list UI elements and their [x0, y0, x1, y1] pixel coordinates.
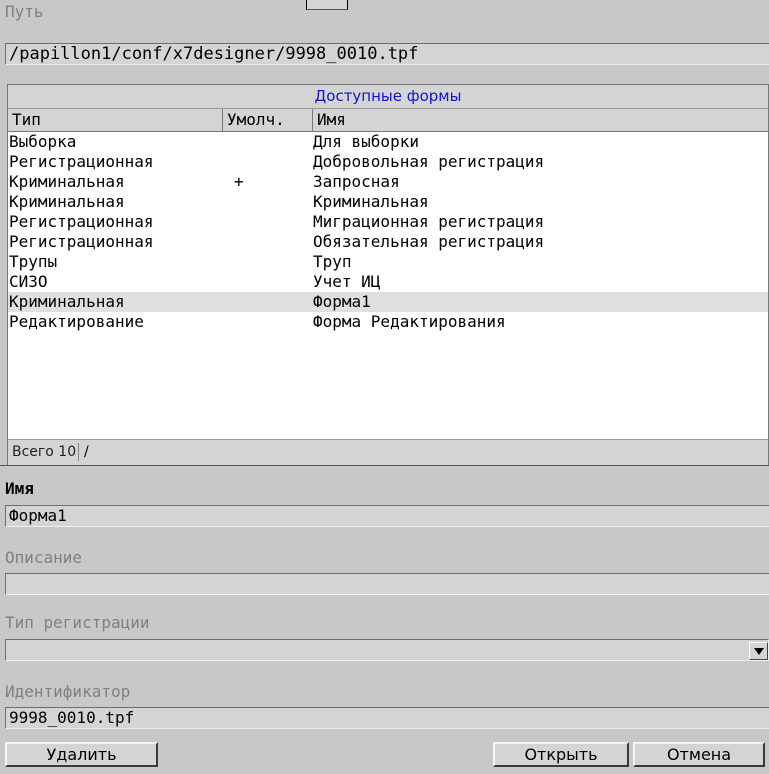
- row-name-cell: Обязательная регистрация: [313, 232, 545, 251]
- row-type-cell: Редактирование: [9, 312, 144, 331]
- row-type-cell: Криминальная: [9, 292, 125, 311]
- row-name-cell: Запросная: [313, 172, 400, 191]
- open-button[interactable]: Открыть: [493, 742, 629, 767]
- row-default-cell: +: [234, 172, 244, 191]
- path-label: Путь: [5, 2, 44, 21]
- table-row[interactable]: СИЗО Учет ИЦ: [8, 272, 768, 292]
- row-name-cell: Форма1: [313, 292, 371, 311]
- status-separator: [78, 443, 79, 461]
- total-count: Всего 10: [12, 444, 77, 460]
- row-type-cell: Регистрационная: [9, 232, 154, 251]
- row-name-cell: Миграционная регистрация: [313, 212, 545, 231]
- table-row[interactable]: Регистрационная Миграционная регистрация: [8, 212, 768, 232]
- row-type-cell: Регистрационная: [9, 152, 154, 171]
- delete-button[interactable]: Удалить: [5, 742, 158, 767]
- row-name-cell: Форма Редактирования: [313, 312, 506, 331]
- description-label: Описание: [5, 548, 83, 567]
- available-forms-panel: Доступные формы Тип Умолч. Имя Выборка Дл…: [7, 84, 769, 466]
- list-status-bar: Всего 10 /: [8, 439, 768, 465]
- row-name-cell: Добровольная регистрация: [313, 152, 545, 171]
- forms-list: Выборка Для выборки Регистрационная Доброво…: [8, 132, 768, 332]
- status-extra: /: [84, 444, 89, 460]
- reg-type-select[interactable]: [5, 639, 769, 661]
- row-type-cell: Регистрационная: [9, 212, 154, 231]
- row-name-cell: Для выборки: [313, 132, 419, 151]
- table-row[interactable]: Регистрационная Обязательная регистрация: [8, 232, 768, 252]
- reg-type-label: Тип регистрации: [5, 613, 150, 632]
- table-row[interactable]: Трупы Труп: [8, 252, 768, 272]
- row-type-cell: Выборка: [9, 132, 77, 151]
- description-field[interactable]: [5, 573, 769, 595]
- row-type-cell: Трупы: [9, 252, 58, 271]
- row-type-cell: Криминальная: [9, 172, 125, 191]
- identifier-field[interactable]: 9998_0010.tpf: [5, 707, 769, 729]
- row-type-cell: СИЗО: [9, 272, 48, 291]
- panel-title: Доступные формы: [8, 85, 768, 109]
- table-row[interactable]: Выборка Для выборки: [8, 132, 768, 152]
- divider: [0, 465, 769, 466]
- row-name-cell: Криминальная: [313, 192, 429, 211]
- name-field[interactable]: Форма1: [5, 505, 769, 527]
- row-name-cell: Труп: [313, 252, 352, 271]
- table-row[interactable]: Редактирование Форма Редактирования: [8, 312, 768, 332]
- column-header-name[interactable]: Имя: [313, 109, 768, 132]
- table-row[interactable]: Криминальная Форма1: [8, 292, 768, 312]
- cancel-button[interactable]: Отмена: [633, 742, 765, 767]
- row-type-cell: Криминальная: [9, 192, 125, 211]
- name-label: Имя: [5, 479, 34, 498]
- identifier-label: Идентификатор: [5, 682, 131, 701]
- top-tab-stub: [306, 0, 348, 10]
- column-header-type[interactable]: Тип: [8, 109, 223, 132]
- table-row[interactable]: Криминальная Криминальная: [8, 192, 768, 212]
- column-header-default[interactable]: Умолч.: [223, 109, 313, 132]
- table-row[interactable]: Регистрационная Добровольная регистрация: [8, 152, 768, 172]
- path-field[interactable]: /papillon1/conf/x7designer/9998_0010.tpf: [5, 43, 769, 65]
- row-name-cell: Учет ИЦ: [313, 272, 381, 291]
- dropdown-arrow-icon[interactable]: [749, 642, 768, 660]
- table-row[interactable]: Криминальная + Запросная: [8, 172, 768, 192]
